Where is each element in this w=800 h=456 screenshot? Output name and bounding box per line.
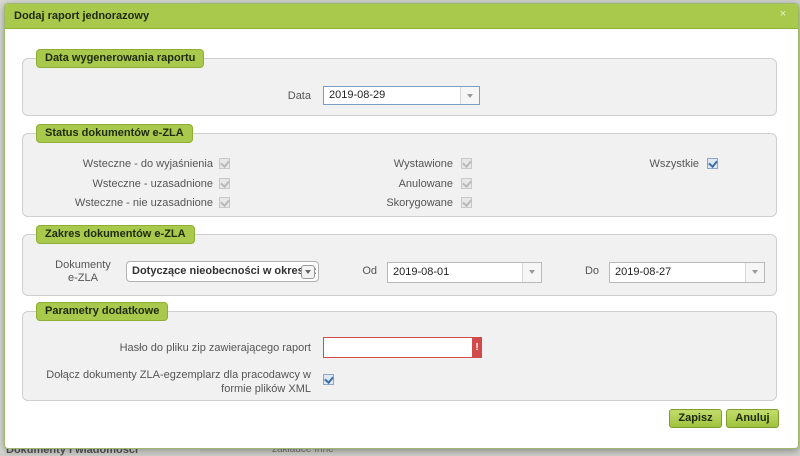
status-label-anulowane: Anulowane xyxy=(398,178,453,190)
status-checkbox-wsteczne-do-wyjasnienia[interactable] xyxy=(219,158,230,169)
range-legend: Zakres dokumentów e-ZLA xyxy=(36,225,195,244)
error-icon: ! xyxy=(472,337,482,358)
dialog-title: Dodaj raport jednorazowy xyxy=(14,10,150,22)
date-label: Data xyxy=(287,90,311,102)
extra-params-legend: Parametry dodatkowe xyxy=(36,302,169,321)
report-date-dropdown-button[interactable] xyxy=(460,87,479,104)
to-date-input[interactable]: 2019-08-27 xyxy=(609,262,765,283)
documents-scope-value: Dotyczące nieobecności w okresie: xyxy=(132,265,317,277)
report-date-legend: Data wygenerowania raportu xyxy=(36,49,205,68)
status-label-wsteczne-uzasadnione: Wsteczne - uzasadnione xyxy=(92,178,213,190)
chevron-down-icon[interactable] xyxy=(301,265,315,279)
status-checkbox-wsteczne-nie-uzasadnione[interactable] xyxy=(219,197,230,208)
from-date-input[interactable]: 2019-08-01 xyxy=(387,262,542,283)
documents-label: Dokumenty e-ZLA xyxy=(53,259,113,285)
range-section: Zakres dokumentów e-ZLA Dokumenty e-ZLA … xyxy=(22,225,777,296)
attach-xml-checkbox[interactable] xyxy=(323,374,334,385)
status-legend: Status dokumentów e-ZLA xyxy=(36,124,193,143)
from-label: Od xyxy=(362,265,377,277)
attach-xml-label-line1: Dołącz dokumenty ZLA-egzemplarz dla prac… xyxy=(46,369,311,381)
status-checkbox-wsteczne-uzasadnione[interactable] xyxy=(219,178,230,189)
extra-params-section: Parametry dodatkowe Hasło do pliku zip z… xyxy=(22,302,777,401)
status-label-skorygowane: Skorygowane xyxy=(386,197,453,209)
report-date-input[interactable]: 2019-08-29 xyxy=(323,86,480,105)
dialog-titlebar: Dodaj raport jednorazowy × xyxy=(5,4,798,29)
attach-xml-label-line2: formie plików XML xyxy=(221,383,311,395)
documents-label-line2: e-ZLA xyxy=(68,272,98,284)
from-date-value: 2019-08-01 xyxy=(393,266,450,278)
status-label-wystawione: Wystawione xyxy=(393,158,453,170)
save-button[interactable]: Zapisz xyxy=(669,409,722,428)
status-label-wszystkie: Wszystkie xyxy=(649,158,700,170)
report-date-value: 2019-08-29 xyxy=(329,89,386,101)
to-date-value: 2019-08-27 xyxy=(615,266,672,278)
documents-scope-select[interactable]: Dotyczące nieobecności w okresie: xyxy=(126,261,319,282)
to-label: Do xyxy=(584,265,599,277)
report-date-section: Data wygenerowania raportu Data 2019-08-… xyxy=(22,49,777,116)
from-date-dropdown-button[interactable] xyxy=(522,263,541,282)
status-section: Status dokumentów e-ZLA Wsteczne - do wy… xyxy=(22,124,777,217)
status-checkbox-wystawione[interactable] xyxy=(461,158,472,169)
password-input[interactable]: ! xyxy=(323,337,482,358)
to-date-dropdown-button[interactable] xyxy=(745,263,764,282)
cancel-button[interactable]: Anuluj xyxy=(726,409,779,428)
password-label: Hasło do pliku zip zawierającego raport xyxy=(119,342,311,354)
close-icon[interactable]: × xyxy=(777,8,789,20)
status-checkbox-wszystkie[interactable] xyxy=(707,158,718,169)
add-report-dialog: Dodaj raport jednorazowy × Data wygenero… xyxy=(4,3,799,449)
status-label-wsteczne-nie-uzasadnione: Wsteczne - nie uzasadnione xyxy=(74,197,213,209)
attach-xml-label: Dołącz dokumenty ZLA-egzemplarz dla prac… xyxy=(43,368,311,396)
status-label-wsteczne-do-wyjasnienia: Wsteczne - do wyjaśnienia xyxy=(82,158,213,170)
status-checkbox-anulowane[interactable] xyxy=(461,178,472,189)
status-checkbox-skorygowane[interactable] xyxy=(461,197,472,208)
documents-label-line1: Dokumenty xyxy=(55,259,111,271)
